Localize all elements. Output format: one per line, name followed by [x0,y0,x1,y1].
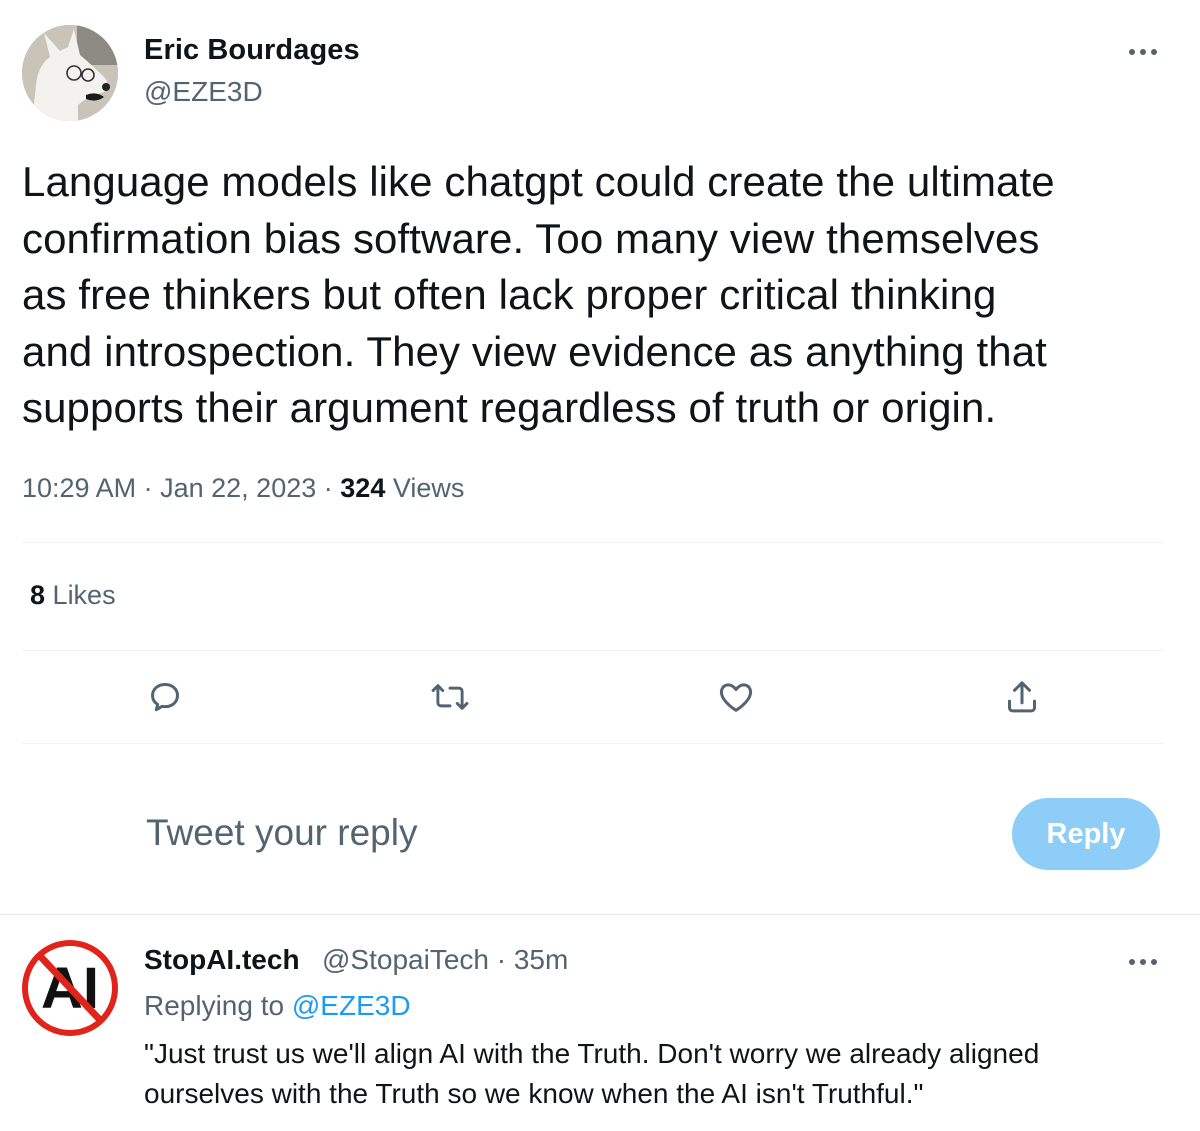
likes-link[interactable]: 8 Likes [30,580,116,611]
more-options-icon[interactable] [1125,944,1161,980]
divider [22,743,1164,744]
stop-ai-logo-icon: AI [22,940,118,1036]
tweet-meta: 10:29 AM · Jan 22, 2023 · 324 Views [22,473,464,504]
tweet-text: Language models like chatgpt could creat… [22,154,1182,437]
tweet-text-line: Language models like chatgpt could creat… [22,158,1055,205]
divider [22,542,1164,543]
reply-text-line: ourselves with the Truth so we know when… [144,1078,924,1109]
divider [22,650,1164,651]
tweet-text-line: confirmation bias software. Too many vie… [22,214,1040,262]
replying-to: Replying to @EZE3D [144,990,411,1022]
dog-avatar-image [22,25,118,121]
tweet-text-line: as free thinkers but often lack proper c… [22,271,997,318]
likes-count: 8 [30,580,46,610]
reply-author-avatar[interactable]: AI [22,940,118,1036]
more-options-icon[interactable] [1125,34,1161,70]
meta-separator: · [496,944,507,975]
replying-to-mention[interactable]: @EZE3D [292,990,411,1021]
retweet-icon[interactable] [426,673,474,721]
meta-separator: · [143,473,153,503]
tweet-text-line: and introspection. They view evidence as… [22,327,1047,375]
reply-author-meta: @StopaiTech · 35m [322,944,568,976]
reply-button[interactable]: Reply [1012,798,1160,870]
author-name[interactable]: Eric Bourdages [144,34,360,67]
reply-author-name[interactable]: StopAI.tech [144,944,300,976]
reply-text: "Just trust us we'll align AI with the T… [144,1034,1154,1114]
author-handle[interactable]: @EZE3D [144,76,263,108]
views-label: Views [392,473,465,503]
replying-to-label: Replying to [144,990,285,1021]
views-count: 324 [340,473,386,503]
reply-author-handle[interactable]: @StopaiTech [322,944,489,975]
reply-icon[interactable] [141,673,189,721]
share-icon[interactable] [998,673,1046,721]
tweet-time[interactable]: 10:29 AM [22,473,136,503]
likes-label: Likes [52,580,116,610]
like-icon[interactable] [712,673,760,721]
reply-text-line: "Just trust us we'll align AI with the T… [144,1038,1040,1069]
author-avatar[interactable] [22,25,118,121]
reply-age[interactable]: 35m [514,944,568,975]
reply-input[interactable]: Tweet your reply [146,812,417,854]
tweet-text-line: supports their argument regardless of tr… [22,384,997,431]
meta-separator: · [323,473,333,503]
section-divider [0,914,1200,915]
tweet-date[interactable]: Jan 22, 2023 [160,473,316,503]
